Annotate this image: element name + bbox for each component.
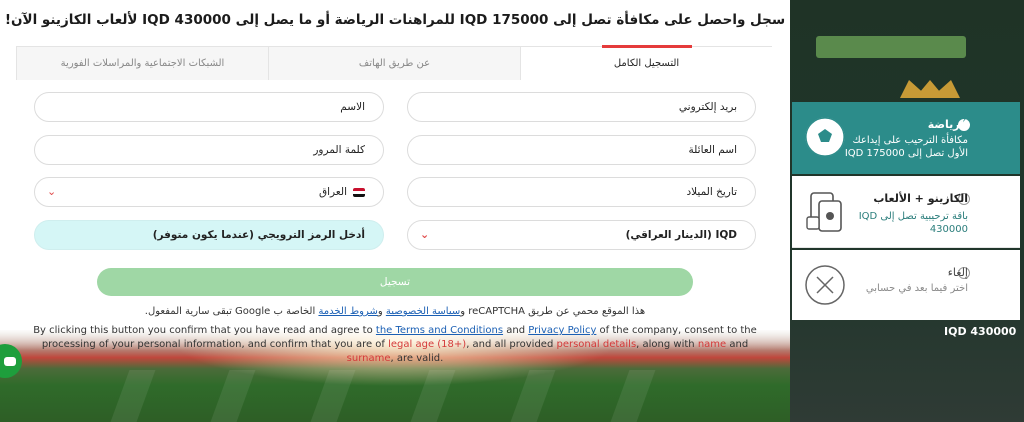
- registration-title: سجل واحصل على مكافأة تصل إلى IQD 175000 …: [4, 12, 786, 28]
- chevron-down-icon: ⌄: [420, 228, 430, 241]
- tab-by-phone[interactable]: عن طريق الهاتف: [268, 46, 520, 80]
- password-placeholder: كلمة المرور: [313, 144, 365, 156]
- bonus-description: اختر فيما بعد في حسابي: [865, 283, 968, 294]
- recaptcha-suffix-text: الخاصة ب Google تبقى سارية المفعول.: [144, 306, 319, 317]
- tab-social-networks[interactable]: الشبكات الاجتماعية والمراسلات الفورية: [16, 46, 268, 80]
- tab-full-registration[interactable]: التسجيل الكامل: [520, 45, 772, 80]
- terms-consent-text: By clicking this button you confirm that…: [33, 325, 757, 364]
- bonus-option-sports[interactable]: الرياضة مكافأة الترحيب على إيداعك الأول …: [792, 102, 1020, 174]
- cancel-circle-icon: [802, 262, 848, 308]
- bonus-option-cancel[interactable]: إلغاء اختر فيما بعد في حسابي: [792, 250, 1020, 320]
- crown-decoration: [900, 80, 960, 98]
- recaptcha-text: هذا الموقع محمي عن طريق reCAPTCHA و: [460, 306, 646, 317]
- registration-dialog: سجل واحصل على مكافأة تصل إلى IQD 175000 …: [0, 0, 790, 422]
- registration-tabs: التسجيل الكامل عن طريق الهاتف الشبكات ال…: [16, 45, 772, 80]
- iraq-flag-icon: [353, 187, 365, 197]
- casino-cards-icon: [802, 188, 848, 234]
- recaptcha-notice: هذا الموقع محمي عن طريق reCAPTCHA وسياسة…: [0, 306, 790, 317]
- email-field[interactable]: بريد إلكتروني: [407, 92, 756, 122]
- first-name-placeholder: الاسم: [340, 101, 365, 113]
- chevron-down-icon: ⌄: [47, 185, 57, 198]
- bonus-option-casino[interactable]: الكازينو + الألعاب باقة ترحيبية تصل إلى …: [792, 176, 1020, 248]
- privacy-policy-link-ar[interactable]: سياسة الخصوصية: [386, 306, 460, 317]
- terms-of-service-link-ar[interactable]: شروط الخدمة: [318, 306, 377, 317]
- last-name-field[interactable]: اسم العائلة: [407, 135, 756, 165]
- personal-details-text: personal details: [556, 339, 637, 350]
- currency-select[interactable]: IQD (الدينار العراقي) ⌄: [407, 220, 756, 250]
- first-name-field[interactable]: الاسم: [34, 92, 384, 122]
- legal-age-text: legal age (18+): [388, 339, 467, 350]
- terms-link[interactable]: the Terms and Conditions: [376, 325, 503, 336]
- name-text: name: [697, 339, 727, 350]
- surname-text: surname: [346, 353, 391, 364]
- background-banner: [816, 36, 966, 58]
- currency-value: IQD (الدينار العراقي): [625, 229, 737, 241]
- register-button[interactable]: تسجيل: [97, 268, 693, 296]
- bonus-name: الرياضة: [927, 118, 968, 131]
- email-placeholder: بريد إلكتروني: [678, 101, 737, 113]
- bonus-description: مكافأة الترحيب على إيداعك الأول تصل إلى …: [844, 135, 968, 159]
- promo-code-field[interactable]: أدخل الرمز الترويجي (عندما يكون متوفر): [34, 220, 384, 250]
- country-select[interactable]: العراق ⌄: [34, 177, 384, 207]
- birthdate-placeholder: تاريخ الميلاد: [686, 186, 737, 198]
- country-value: العراق: [318, 186, 347, 198]
- bonus-description: باقة ترحيبية تصل إلى IQD 430000: [858, 211, 968, 235]
- password-field[interactable]: كلمة المرور: [34, 135, 384, 165]
- bonus-name: إلغاء: [947, 266, 968, 279]
- background-amount-text: IQD 430000: [944, 325, 1017, 338]
- chat-bubble-icon: [4, 356, 16, 366]
- privacy-policy-link[interactable]: Privacy Policy: [528, 325, 596, 336]
- promo-code-placeholder: أدخل الرمز الترويجي (عندما يكون متوفر): [152, 229, 365, 241]
- soccer-ball-icon: [802, 114, 848, 160]
- bonus-name: الكازينو + الألعاب: [873, 192, 968, 205]
- birthdate-field[interactable]: تاريخ الميلاد: [407, 177, 756, 207]
- recaptcha-and-text: و: [377, 306, 386, 317]
- last-name-placeholder: اسم العائلة: [688, 144, 737, 156]
